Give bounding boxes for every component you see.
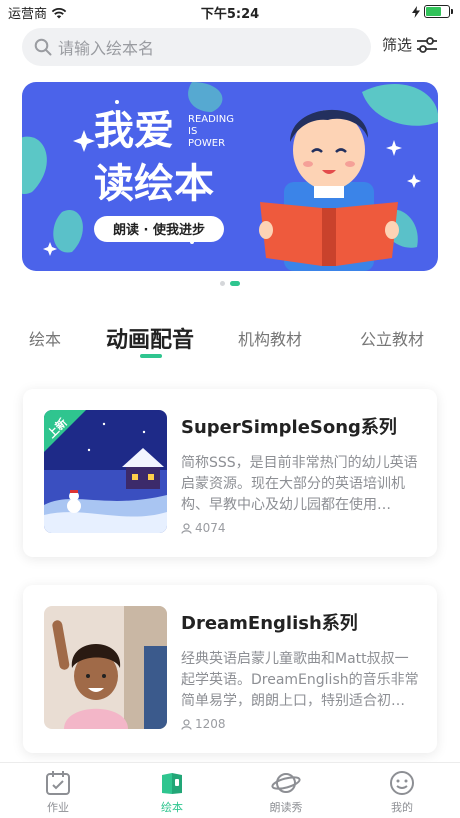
status-right <box>412 5 453 18</box>
tabbar-label: 朗读秀 <box>269 801 303 814</box>
banner-slogan-en-1: READING <box>188 114 234 125</box>
status-time: 下午5:24 <box>200 7 260 22</box>
search-icon <box>34 38 52 56</box>
series-thumbnail <box>44 606 167 729</box>
bottom-tab-bar: 作业 绘本 朗读秀 我的 <box>0 762 460 818</box>
tabbar-item-homework[interactable]: 作业 <box>28 769 88 815</box>
tab-picture-book[interactable]: 绘本 <box>29 326 61 350</box>
banner-pill-text: 朗读 · 使我进步 <box>113 222 205 238</box>
series-description: 经典英语启蒙儿童歌曲和Matt叔叔一起学英语。DreamEnglish的音乐非常… <box>181 651 419 709</box>
battery-icon <box>424 5 453 18</box>
banner-illustration: 我爱 读绘本 READING IS POWER 朗读 · 使我进步 <box>22 82 438 271</box>
tabbar-label: 我的 <box>391 801 413 814</box>
banner-dot[interactable] <box>220 281 225 286</box>
series-description: 简称SSS，是目前非常热门的幼儿英语启蒙资源。现在大部分的英语培训机构、早教中心… <box>181 455 418 513</box>
tabbar-item-mine[interactable]: 我的 <box>372 769 432 815</box>
banner-title-line1: 我爱 <box>94 108 174 154</box>
banner-dot-active[interactable] <box>230 281 240 286</box>
status-bar: 运营商 下午5:24 <box>0 0 460 24</box>
planet-icon <box>271 773 301 793</box>
tabbar-label: 作业 <box>47 801 69 814</box>
banner-slogan-en-2: IS <box>188 126 197 137</box>
series-title: DreamEnglish系列 <box>181 613 358 634</box>
series-card[interactable]: 上新 SuperSimpleSong系列 简称SSS，是目前非常热门的幼儿英语启… <box>23 389 437 557</box>
series-play-count: 4074 <box>181 521 226 535</box>
play-count-value: 1208 <box>195 717 226 731</box>
tab-institution-textbook[interactable]: 机构教材 <box>238 326 302 350</box>
filter-button[interactable]: 筛选 <box>382 34 438 55</box>
promo-banner[interactable]: 我爱 读绘本 READING IS POWER 朗读 · 使我进步 <box>22 82 438 271</box>
tabbar-label: 绘本 <box>161 801 183 814</box>
search-bar[interactable]: 请输入绘本名 <box>22 28 371 66</box>
tab-public-textbook[interactable]: 公立教材 <box>360 326 424 350</box>
filter-label: 筛选 <box>382 36 413 54</box>
series-thumbnail: 上新 <box>44 410 167 533</box>
series-card[interactable]: DreamEnglish系列 经典英语启蒙儿童歌曲和Matt叔叔一起学英语。Dr… <box>23 585 437 753</box>
girl-raising-hand-thumbnail <box>44 606 167 729</box>
smiley-face-icon <box>390 771 414 795</box>
series-play-count: 1208 <box>181 717 226 731</box>
banner-title-line2: 读绘本 <box>94 161 214 207</box>
category-tabs: 绘本 动画配音 机构教材 公立教材 <box>0 320 460 360</box>
homework-calendar-icon <box>46 771 70 795</box>
banner-pagination <box>0 281 460 286</box>
search-placeholder[interactable]: 请输入绘本名 <box>58 35 154 59</box>
charging-icon <box>412 5 420 18</box>
play-count-value: 4074 <box>195 521 226 535</box>
tab-animation-dubbing[interactable]: 动画配音 <box>106 322 194 354</box>
tabbar-item-reading-show[interactable]: 朗读秀 <box>256 769 316 815</box>
picture-book-icon <box>162 773 182 794</box>
series-title: SuperSimpleSong系列 <box>181 417 397 438</box>
banner-slogan-en-3: POWER <box>188 138 225 149</box>
filter-sliders-icon <box>417 36 438 53</box>
person-icon <box>181 718 192 730</box>
tabbar-item-picture-book[interactable]: 绘本 <box>142 769 202 815</box>
person-icon <box>181 522 192 534</box>
active-tab-indicator <box>140 354 162 358</box>
